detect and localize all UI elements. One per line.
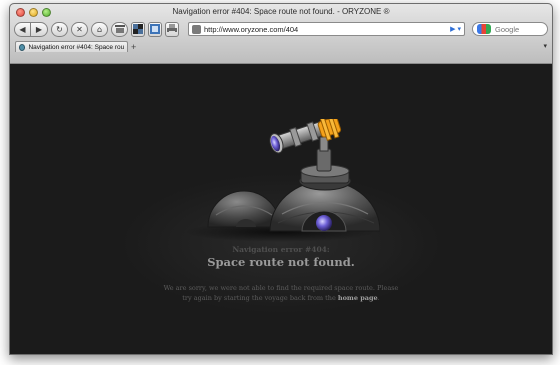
tools-icon (150, 24, 160, 34)
bookmarks-icon (114, 25, 125, 33)
title-bar: Navigation error #404: Space route not f… (10, 4, 552, 64)
page-menu-button[interactable] (131, 21, 145, 37)
home-button[interactable]: ⌂ (91, 21, 108, 37)
back-button[interactable]: ◀ (14, 21, 31, 37)
home-page-link[interactable]: home page (338, 294, 378, 302)
observatory-illustration (185, 119, 380, 242)
page-title: Space route not found. (207, 255, 355, 269)
url-text[interactable]: http://www.oryzone.com/404 (204, 25, 448, 34)
page-icon (133, 24, 143, 34)
error-message: Navigation error #404: Space route not f… (10, 245, 552, 303)
print-icon (167, 24, 177, 34)
error-code: Navigation error #404: (232, 245, 330, 254)
tab-favicon (19, 43, 26, 51)
navigation-buttons: ◀ ▶ (14, 21, 48, 37)
back-icon: ◀ (19, 24, 26, 34)
tab-label: Navigation error #404: Space route... (28, 43, 124, 51)
browser-window: Navigation error #404: Space route not f… (9, 3, 553, 355)
page-content: Navigation error #404: Space route not f… (10, 64, 552, 354)
go-icon[interactable]: ▶ ▾ (450, 25, 461, 33)
forward-icon: ▶ (35, 24, 43, 34)
home-icon: ⌂ (96, 24, 103, 34)
new-tab-button[interactable]: + (131, 42, 136, 52)
forward-button[interactable]: ▶ (31, 21, 48, 37)
reload-button[interactable]: ↻ (51, 21, 68, 37)
browser-toolbar: ◀ ▶ ↻ ✕ ⌂ http://www.oryzone.com/404 ▶ ▾ (14, 19, 548, 39)
tab-list-icon[interactable]: ▾ (543, 42, 547, 50)
search-input[interactable] (495, 24, 543, 34)
search-engine-icon[interactable] (477, 24, 491, 34)
tools-button[interactable] (148, 21, 162, 37)
reload-icon: ↻ (56, 24, 63, 34)
description-suffix: . (377, 294, 380, 302)
error-description: We are sorry, we were not able to find t… (159, 283, 404, 303)
tab-bar: Navigation error #404: Space route... + … (10, 41, 552, 52)
stop-button[interactable]: ✕ (71, 21, 88, 37)
print-button[interactable] (165, 21, 179, 37)
site-favicon (192, 24, 201, 34)
bookmarks-button[interactable] (111, 21, 128, 37)
window-title: Navigation error #404: Space route not f… (172, 7, 390, 16)
tab-current[interactable]: Navigation error #404: Space route... (15, 41, 128, 52)
search-field[interactable] (472, 22, 548, 36)
stop-icon: ✕ (76, 24, 83, 34)
address-bar[interactable]: http://www.oryzone.com/404 ▶ ▾ (188, 22, 465, 36)
